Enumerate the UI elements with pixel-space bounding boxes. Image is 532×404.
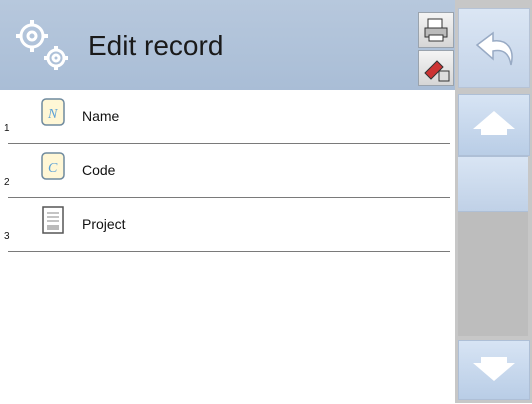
name-icon: N: [41, 98, 65, 126]
svg-text:N: N: [47, 107, 58, 122]
arrow-up-icon: [473, 111, 515, 135]
svg-text:C: C: [48, 161, 58, 176]
scrollbar-thumb[interactable]: [458, 156, 528, 212]
header-bar: Edit record: [0, 0, 455, 90]
code-icon: C: [41, 152, 65, 180]
row-number: 3: [4, 231, 10, 242]
print-button[interactable]: [418, 12, 454, 48]
page-title: Edit record: [88, 30, 224, 61]
scroll-down-button[interactable]: [458, 340, 530, 400]
scroll-up-button[interactable]: [458, 94, 530, 156]
record-label: Code: [82, 162, 116, 178]
undo-arrow-icon: [475, 31, 513, 66]
list-item-name[interactable]: 1 N Name: [4, 90, 450, 144]
list-item-project[interactable]: 3 Project: [4, 198, 450, 252]
arrow-down-icon: [473, 357, 515, 381]
settings-icon: [424, 60, 450, 82]
settings-button[interactable]: [418, 50, 454, 86]
row-number: 2: [4, 177, 10, 188]
gears-icon: [16, 20, 68, 70]
list-item-code[interactable]: 2 C Code: [4, 144, 450, 198]
project-icon: [42, 206, 64, 234]
record-label: Project: [82, 216, 126, 232]
record-label: Name: [82, 108, 120, 124]
back-button[interactable]: [458, 8, 530, 88]
printer-icon: [424, 18, 448, 42]
record-list: 1 N Name 2 C Code 3 Project: [0, 90, 455, 252]
row-number: 1: [4, 123, 10, 134]
